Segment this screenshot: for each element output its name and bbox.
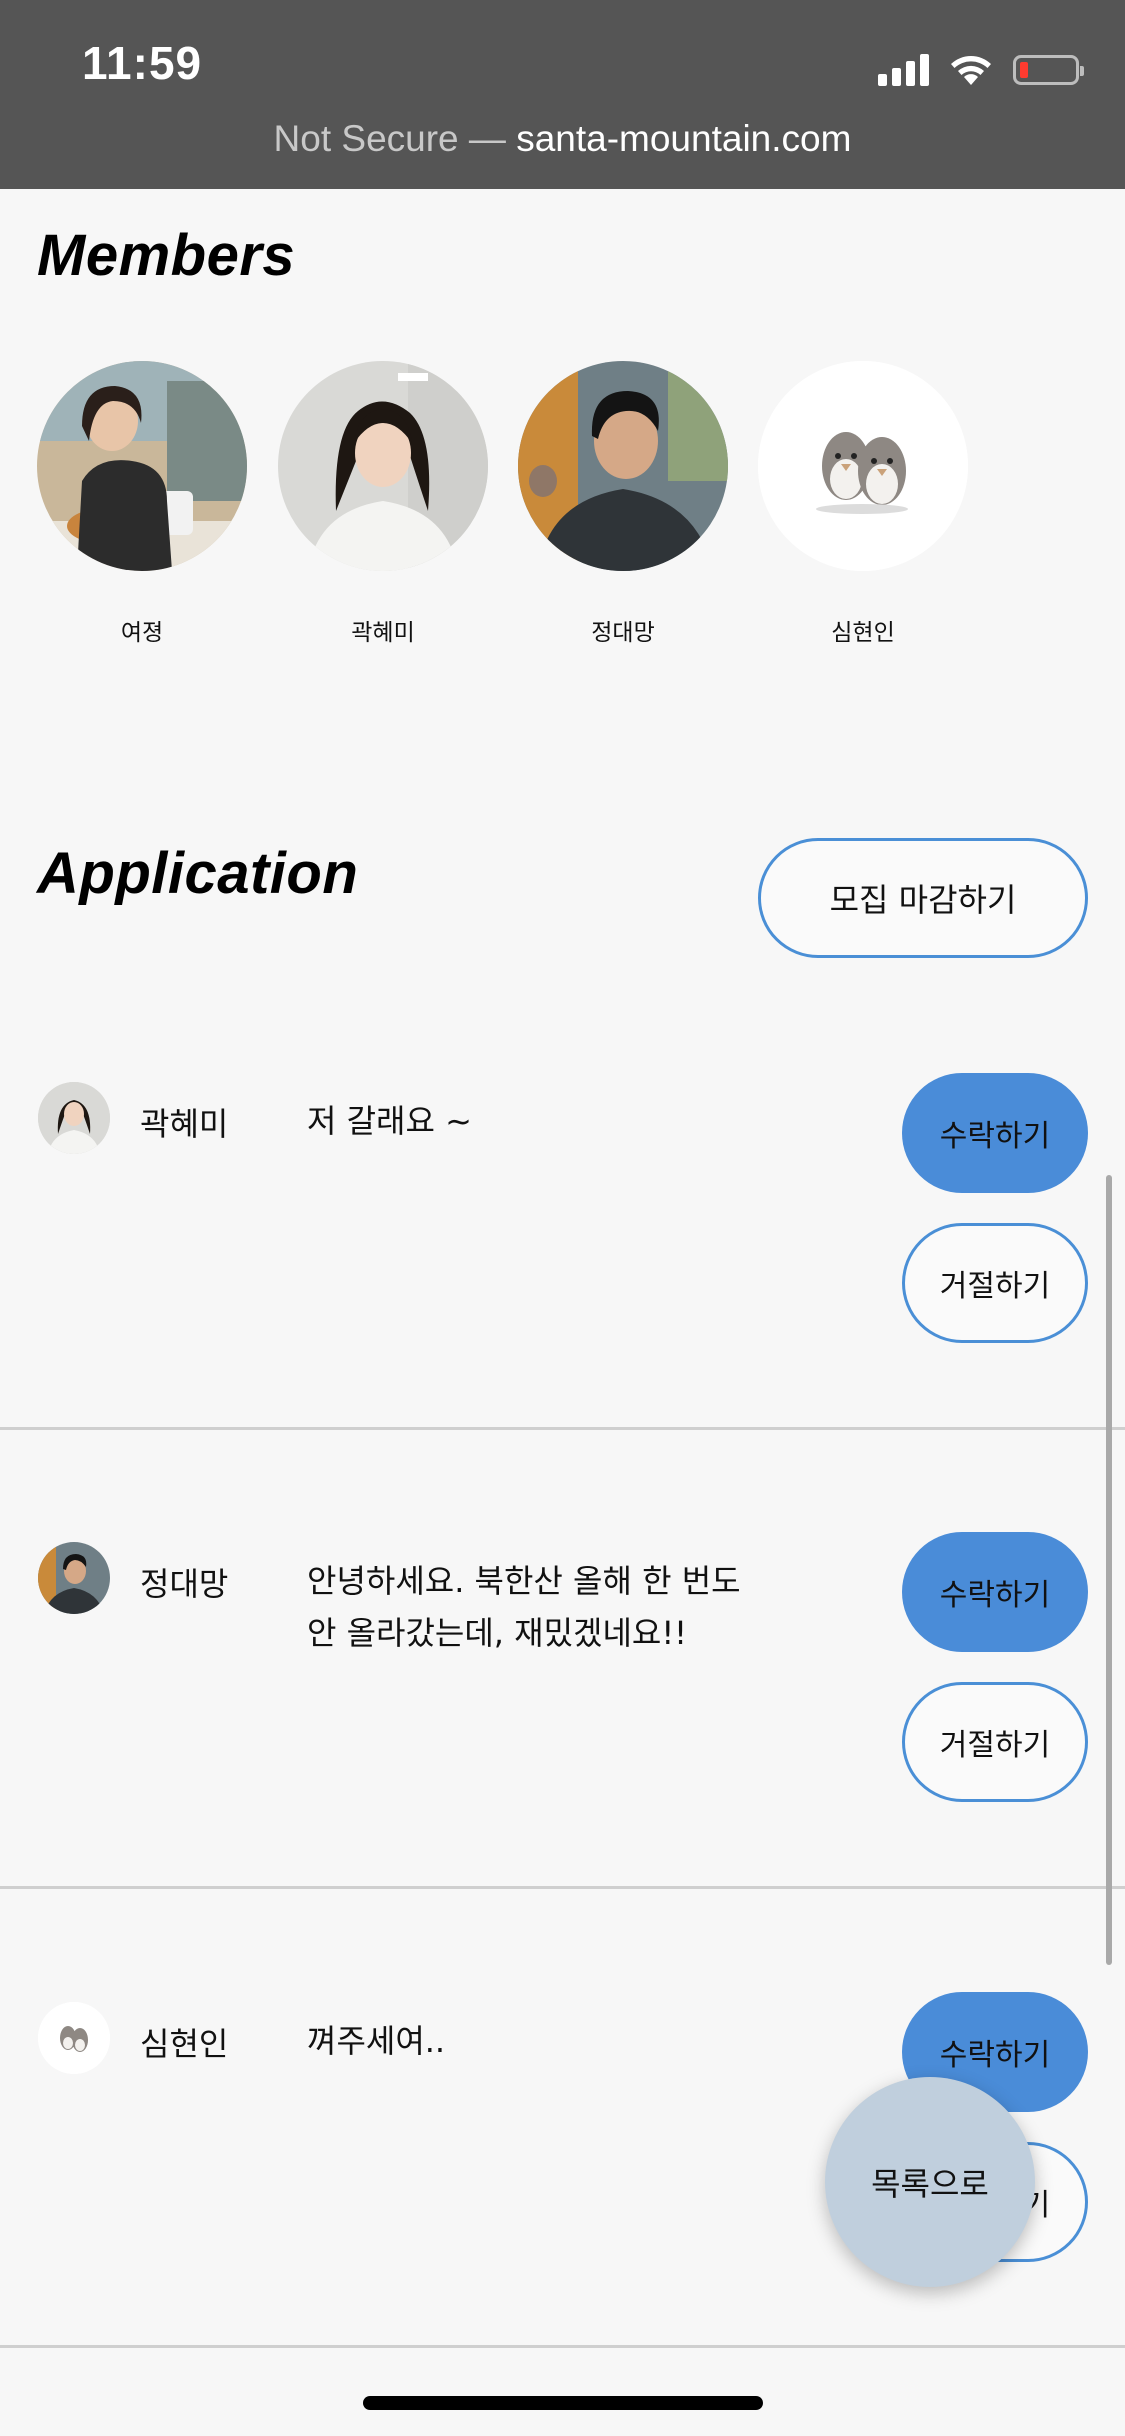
applicant-avatar	[38, 2002, 110, 2074]
member-name: 정대망	[591, 620, 655, 646]
member-item[interactable]: 정대망	[518, 361, 728, 647]
applicant-message-line: 안녕하세요. 북한산 올해 한 번도	[307, 1562, 741, 1600]
browser-top-bar: 11:59 Not Secure — santa-mountain.com	[0, 0, 1125, 189]
applicant-message: 저 갈래요 ~	[307, 1095, 472, 1147]
applicant-avatar	[38, 1082, 110, 1154]
wifi-icon	[951, 56, 991, 85]
scrollbar[interactable]	[1106, 1175, 1112, 1965]
row-divider	[0, 2345, 1125, 2348]
member-item[interactable]: 심현인	[758, 361, 968, 647]
member-avatar	[518, 361, 728, 571]
applicant-message: 껴주세여..	[307, 2015, 445, 2067]
row-divider	[0, 1886, 1125, 1889]
cellular-signal-icon	[878, 54, 929, 86]
member-item[interactable]: 여졍	[37, 361, 247, 647]
status-icons	[878, 50, 1084, 90]
applicant-name: 곽혜미	[140, 1105, 229, 1143]
member-name: 심현인	[831, 620, 895, 646]
member-avatar	[37, 361, 247, 571]
accept-button[interactable]: 수락하기	[902, 1073, 1088, 1193]
members-heading: Members	[37, 223, 296, 288]
reject-button[interactable]: 거절하기	[902, 1682, 1088, 1802]
site-domain: santa-mountain.com	[516, 118, 852, 159]
application-heading: Application	[37, 841, 359, 906]
member-item[interactable]: 곽혜미	[278, 361, 488, 647]
status-time: 11:59	[82, 37, 203, 89]
address-bar[interactable]: Not Secure — santa-mountain.com	[0, 118, 1125, 160]
applicant-name: 심현인	[140, 2025, 229, 2063]
applicant-message-line: 껴주세여..	[307, 2022, 446, 2060]
back-to-list-button[interactable]: 목록으로	[825, 2077, 1035, 2287]
close-recruitment-button[interactable]: 모집 마감하기	[758, 838, 1088, 958]
reject-button[interactable]: 거절하기	[902, 1223, 1088, 1343]
member-avatar	[758, 361, 968, 571]
applicant-avatar	[38, 1542, 110, 1614]
row-divider	[0, 1427, 1125, 1430]
not-secure-label: Not Secure —	[273, 118, 506, 159]
home-indicator[interactable]	[363, 2396, 763, 2410]
member-name: 여졍	[120, 620, 164, 646]
accept-button[interactable]: 수락하기	[902, 1532, 1088, 1652]
member-name: 곽혜미	[351, 620, 415, 646]
battery-icon	[1013, 55, 1084, 85]
applicant-message: 안녕하세요. 북한산 올해 한 번도 안 올라갔는데, 재밌겠네요!!	[307, 1555, 741, 1659]
member-avatar	[278, 361, 488, 571]
applicant-name: 정대망	[140, 1565, 229, 1603]
applicant-message-line: 저 갈래요 ~	[307, 1102, 472, 1140]
applicant-message-line: 안 올라갔는데, 재밌겠네요!!	[307, 1614, 688, 1652]
